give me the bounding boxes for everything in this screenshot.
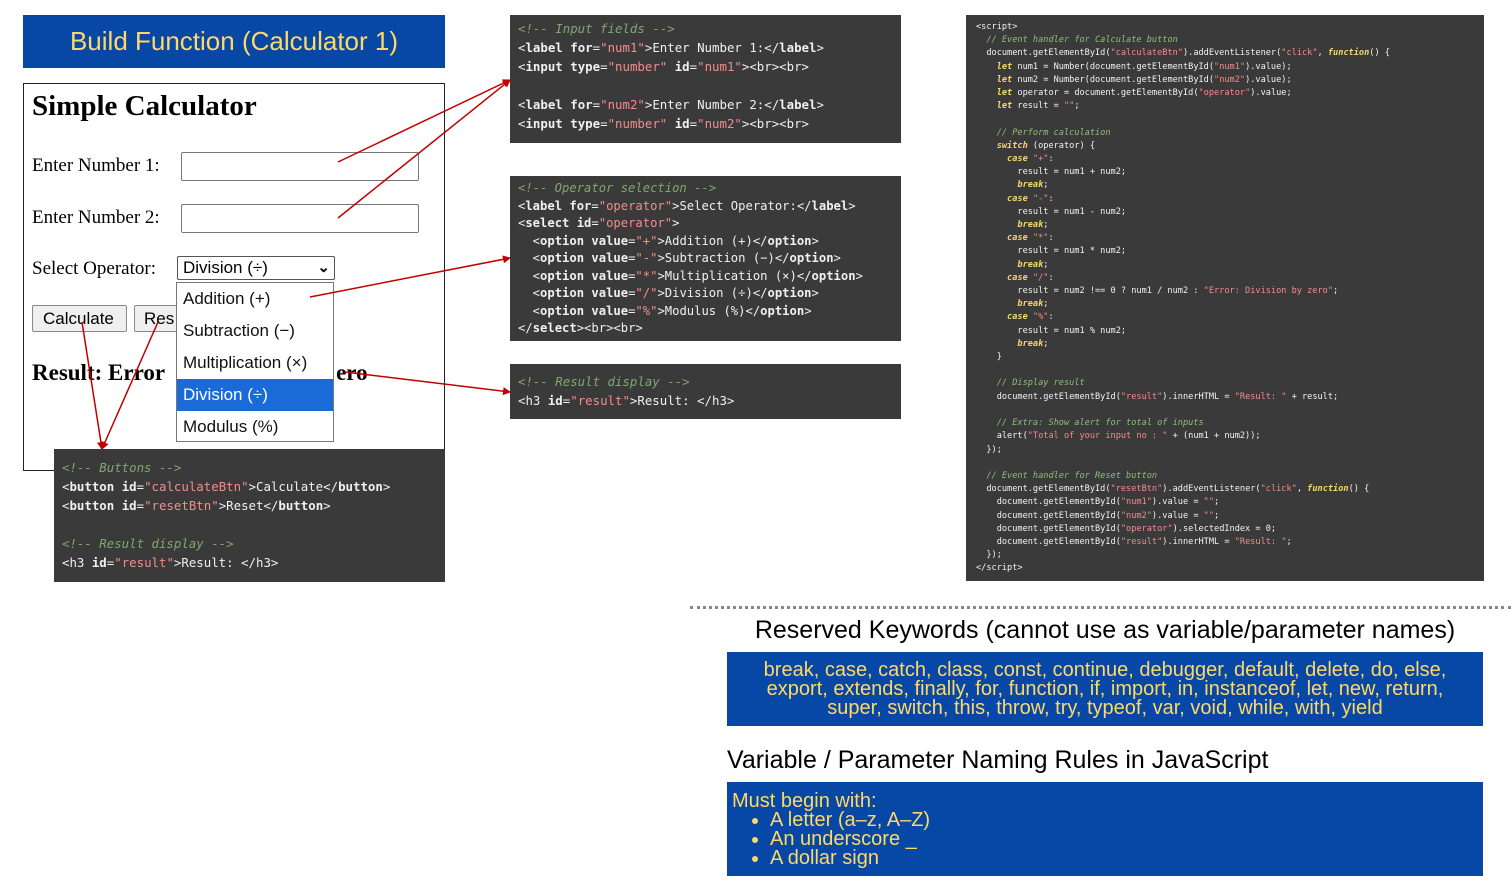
result-text-right: ero	[336, 360, 368, 385]
page-title: Build Function (Calculator 1)	[23, 15, 445, 68]
naming-rules-list: A letter (a–z, A–Z) An underscore _ A do…	[732, 810, 1478, 868]
code-result-display: <!-- Result display --> <h3 id="result">…	[510, 364, 901, 419]
option-division[interactable]: Division (÷)	[177, 379, 333, 411]
code-comment-input-fields: <!-- Input fields -->	[518, 21, 675, 36]
reserved-keywords-box: break, case, catch, class, const, contin…	[727, 652, 1483, 726]
naming-rule-item: A dollar sign	[770, 848, 1478, 868]
reserved-keywords-list: break, case, catch, class, const, contin…	[763, 658, 1447, 719]
section-divider	[690, 606, 1511, 609]
num1-label: Enter Number 1:	[32, 155, 160, 176]
calculator-heading: Simple Calculator	[32, 90, 257, 122]
code-label-text-1: Enter Number 1:	[652, 40, 765, 55]
option-modulus[interactable]: Modulus (%)	[177, 411, 333, 443]
code-comment-result: <!-- Result display -->	[62, 536, 234, 551]
naming-rules-title: Variable / Parameter Naming Rules in Jav…	[727, 746, 1269, 774]
code-javascript: <script> // Event handler for Calculate …	[966, 15, 1484, 581]
code-buttons: <!-- Buttons --> <button id="calculateBt…	[54, 449, 445, 582]
operator-selected-value: Division (÷)	[183, 258, 268, 277]
reserved-keywords-title: Reserved Keywords (cannot use as variabl…	[754, 616, 1456, 644]
num2-input[interactable]	[181, 204, 419, 233]
result-text-left: Result: Error	[32, 360, 166, 385]
operator-label: Select Operator:	[32, 258, 156, 279]
option-addition[interactable]: Addition (+)	[177, 283, 333, 315]
code-comment-buttons: <!-- Buttons -->	[62, 460, 182, 475]
code-comment-operator: <!-- Operator selection -->	[518, 181, 717, 195]
operator-select[interactable]: Division (÷) ⌄	[177, 256, 335, 280]
code-comment-result-display: <!-- Result display -->	[518, 374, 690, 389]
num1-input[interactable]	[181, 152, 419, 181]
naming-rules-box: Must begin with: A letter (a–z, A–Z) An …	[727, 782, 1483, 876]
option-subtraction[interactable]: Subtraction (−)	[177, 315, 333, 347]
calculate-button[interactable]: Calculate	[32, 305, 127, 332]
code-operator-selection: <!-- Operator selection --> <label for="…	[510, 176, 901, 341]
reset-button[interactable]: Res	[134, 305, 178, 332]
operator-dropdown-list[interactable]: Addition (+) Subtraction (−) Multiplicat…	[176, 282, 334, 442]
code-input-fields: <!-- Input fields --> <label for="num1">…	[510, 15, 901, 143]
num2-label: Enter Number 2:	[32, 207, 160, 228]
option-multiplication[interactable]: Multiplication (×)	[177, 347, 333, 379]
code-label-text-2: Enter Number 2:	[652, 97, 765, 112]
chevron-down-icon: ⌄	[317, 259, 330, 276]
